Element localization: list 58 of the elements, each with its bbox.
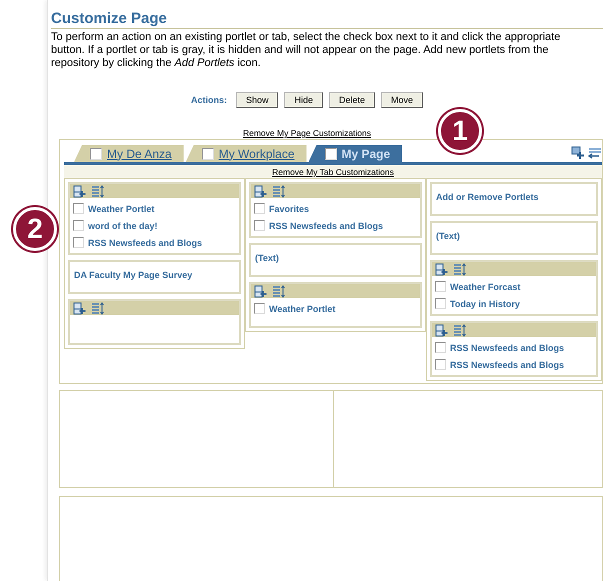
add-portlet-icon[interactable]	[435, 324, 448, 336]
tab-checkbox[interactable]	[324, 148, 336, 160]
portlet-checkbox[interactable]	[435, 359, 446, 370]
portlet-label[interactable]: word of the day!	[88, 220, 158, 230]
portlet-label[interactable]: RSS Newsfeeds and Blogs	[450, 360, 564, 370]
portlet-checkbox[interactable]	[254, 203, 265, 214]
portlet-checkbox[interactable]	[435, 281, 446, 292]
action-button[interactable]: Hide	[284, 92, 323, 108]
tab-checkbox[interactable]	[90, 148, 102, 160]
add-portlet-icon[interactable]	[435, 262, 448, 276]
add-tab-icon[interactable]	[571, 146, 585, 160]
tab-label[interactable]: My Workplace	[218, 146, 294, 160]
portlet-label[interactable]: Weather Portlet	[88, 204, 154, 214]
tab[interactable]: My Page	[308, 145, 402, 162]
callout-badge: 2	[13, 207, 57, 251]
portlet-title[interactable]: DA Faculty My Page Survey	[74, 270, 192, 280]
portlet-label[interactable]: RSS Newsfeeds and Blogs	[269, 220, 384, 230]
portlet-title[interactable]: (Text)	[255, 253, 279, 263]
actions-label: Actions:	[190, 95, 227, 105]
add-portlet-icon[interactable]	[73, 184, 86, 198]
portlet-checkbox[interactable]	[435, 342, 446, 353]
portlet-checkbox[interactable]	[73, 203, 84, 214]
instructions-text: To perform an action on an existing portlet or tab, select the check box next to it and click the appropriate button. If a portlet or tab is gray, it is hidden and will not appear on the page. Add new portlets from the repository by clicking the Add Portlets icon.	[51, 31, 562, 70]
remove-page-customizations-link[interactable]: Remove My Page Customizations	[242, 128, 372, 138]
reorder-icon[interactable]	[272, 184, 285, 198]
tab[interactable]: My De Anza	[74, 145, 184, 162]
portlet-checkbox[interactable]	[73, 237, 84, 248]
action-button[interactable]: Move	[381, 92, 424, 108]
callout-badge: 1	[438, 109, 482, 153]
tab-label[interactable]: My De Anza	[107, 146, 172, 160]
reorder-icon[interactable]	[453, 324, 466, 336]
remove-tab-customizations-link[interactable]: Remove My Tab Customizations	[272, 167, 394, 177]
reorder-icon[interactable]	[91, 302, 104, 314]
reorder-icon[interactable]	[91, 184, 104, 198]
portlet-label[interactable]: RSS Newsfeeds and Blogs	[88, 238, 202, 248]
tab-label[interactable]: My Page	[342, 146, 390, 160]
portlet-title[interactable]: Add or Remove Portlets	[436, 192, 539, 202]
portlet-checkbox[interactable]	[73, 220, 84, 231]
portlet-checkbox[interactable]	[254, 303, 265, 314]
portlet-checkbox[interactable]	[435, 298, 446, 309]
portlet-checkbox[interactable]	[254, 220, 265, 231]
add-portlet-icon[interactable]	[254, 184, 267, 198]
portlet-label[interactable]: Weather Portlet	[269, 304, 336, 314]
portlet-label[interactable]: Weather Forcast	[450, 282, 520, 292]
portlet-label[interactable]: Favorites	[269, 204, 310, 214]
tab-checkbox[interactable]	[202, 148, 214, 160]
portlet-label[interactable]: RSS Newsfeeds and Blogs	[450, 342, 564, 352]
reorder-icon[interactable]	[272, 284, 285, 298]
add-portlet-icon[interactable]	[254, 284, 267, 298]
action-button[interactable]: Delete	[329, 92, 376, 108]
portlet-title[interactable]: (Text)	[436, 231, 460, 241]
tab[interactable]: My Workplace	[186, 145, 306, 162]
page-title: Customize Page	[51, 0, 603, 29]
move-tab-icon[interactable]	[588, 146, 602, 160]
reorder-icon[interactable]	[453, 262, 466, 276]
portlet-label[interactable]: Today in History	[450, 298, 520, 308]
action-button[interactable]: Show	[236, 92, 278, 108]
add-portlet-icon[interactable]	[73, 302, 86, 314]
